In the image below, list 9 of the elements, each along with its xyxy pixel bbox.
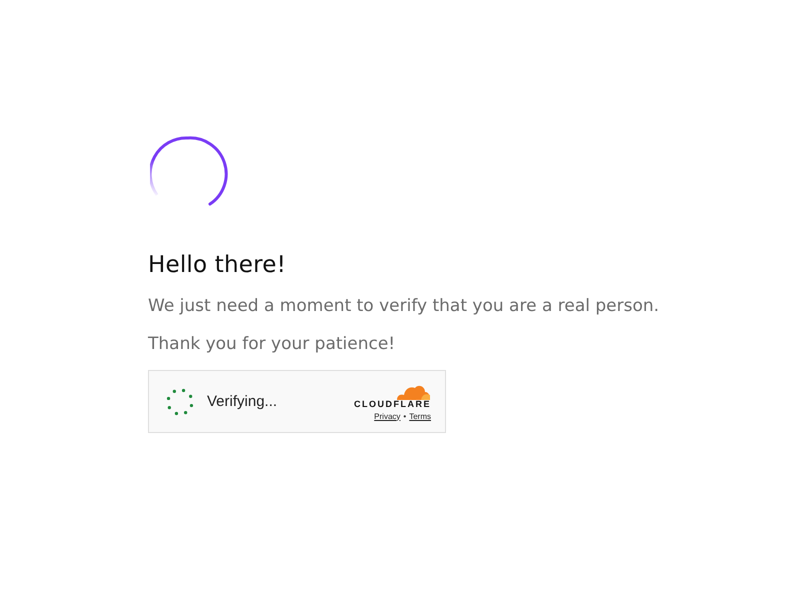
privacy-link[interactable]: Privacy bbox=[374, 412, 400, 420]
message-text: Thank you for your patience! bbox=[148, 334, 396, 354]
brand-text: CLOUDFLARE bbox=[354, 398, 431, 408]
heading: Hello there! bbox=[148, 252, 288, 278]
loading-dots-icon bbox=[165, 386, 195, 416]
status-text: Verifying... bbox=[207, 393, 278, 410]
separator-text: • bbox=[403, 412, 406, 420]
terms-link[interactable]: Terms bbox=[409, 412, 431, 420]
message-text: We just need a moment to verify that you are a real person. bbox=[148, 296, 660, 316]
